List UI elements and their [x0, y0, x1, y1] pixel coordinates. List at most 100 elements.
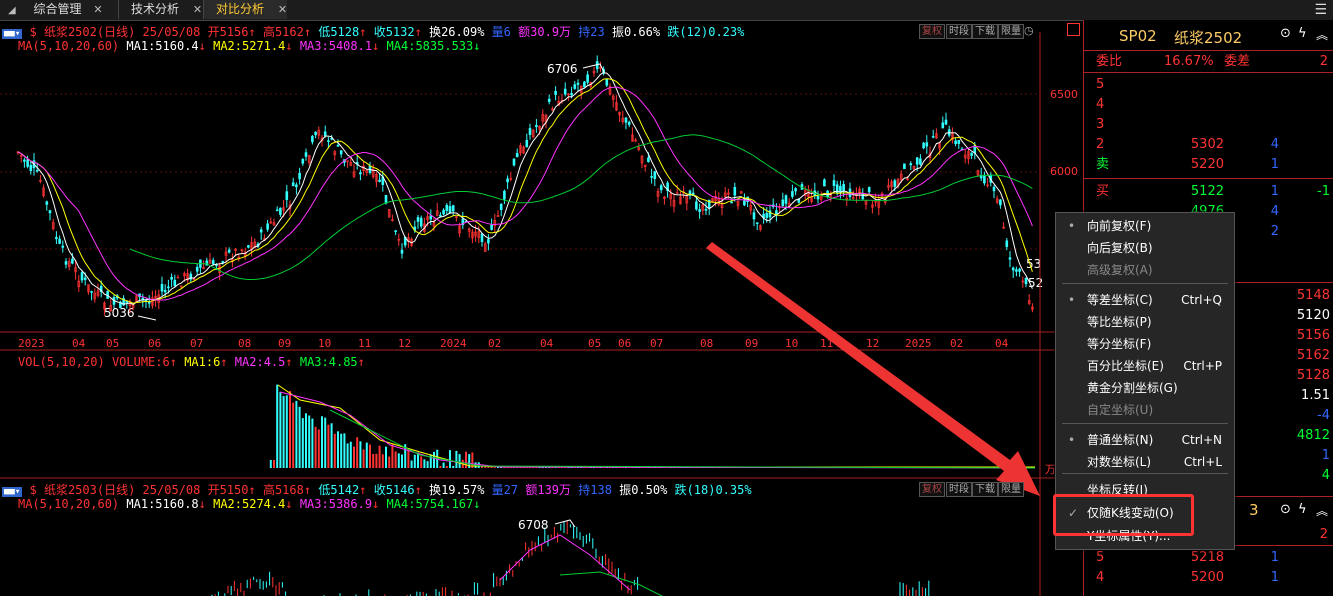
candle-body — [839, 185, 842, 192]
vol-label: VOL(5,10,20) — [18, 355, 105, 369]
vol-ma2-value: MA2:4.5 — [234, 355, 286, 369]
month-label: 09 — [278, 337, 292, 350]
candle-body — [627, 121, 631, 125]
context-menu-item[interactable]: 百分比坐标(E) Ctrl+P — [1056, 355, 1234, 377]
candle-body — [285, 191, 289, 200]
menu-icon[interactable]: ☰ — [1314, 2, 1327, 18]
candle-body — [647, 157, 650, 163]
candle-body — [909, 163, 913, 166]
period-button[interactable]: 时段 — [946, 482, 972, 497]
highlight-box — [1053, 494, 1194, 536]
lightning-icon[interactable]: ϟ — [1298, 502, 1307, 517]
target-icon[interactable]: ⊙ — [1280, 502, 1291, 517]
volume-bar — [349, 441, 352, 468]
tab-overview[interactable]: ◢ 综合管理 ✕ — [8, 0, 103, 19]
volume-bar — [397, 453, 400, 468]
quote-cell: 5200 — [1190, 570, 1224, 585]
candle-body — [925, 142, 929, 147]
arrow-icon: ↑ — [359, 483, 367, 497]
volume-bar — [401, 454, 403, 468]
tab-icon: ◢ — [8, 5, 16, 16]
quote-row[interactable]: 2 5302 4 — [1084, 135, 1333, 155]
quote-row[interactable]: 4 — [1084, 95, 1333, 115]
hold-value: 持138 — [578, 483, 612, 497]
target-icon[interactable]: ⊙ — [1280, 26, 1291, 41]
volume-bar — [356, 437, 359, 468]
candle-body — [743, 200, 746, 206]
candle-body — [1018, 268, 1021, 272]
weibi-row: 委比 16.67% 委差 2 — [1084, 52, 1333, 73]
quote-cell: 4 — [1096, 570, 1105, 585]
menu-item-label: 等分坐标(F) — [1087, 337, 1152, 351]
volume-bar — [394, 451, 397, 468]
candle-body — [48, 210, 52, 214]
vol-ma3-value: MA3:4.85 — [299, 355, 358, 369]
quote-cell: 3 — [1096, 117, 1105, 132]
volume-bar — [289, 390, 291, 468]
arrow-icon: ↑ — [220, 355, 228, 369]
quote-row[interactable]: 4 5200 1 — [1084, 568, 1333, 588]
candle-body — [279, 207, 282, 215]
quote-cell: 1 — [1270, 570, 1279, 585]
volume-bar — [279, 391, 282, 468]
month-label: 12 — [398, 337, 412, 350]
quote-row[interactable]: 5 — [1084, 75, 1333, 95]
candle-body — [794, 188, 797, 192]
collapse-icon[interactable]: ︽ — [1316, 26, 1328, 43]
restore-right-button[interactable]: 复权 — [919, 482, 945, 497]
context-menu-item[interactable]: 等比坐标(P) — [1056, 311, 1234, 333]
volume-bar — [333, 433, 336, 468]
tab-technical[interactable]: 技术分析 ✕ — [118, 0, 202, 19]
collapse-icon[interactable]: ︽ — [1316, 502, 1328, 519]
context-menu-item[interactable]: • 等差坐标(C) Ctrl+Q — [1056, 289, 1234, 311]
menu-item-label: 普通坐标(N) — [1087, 433, 1154, 447]
context-menu-item[interactable]: 黄金分割坐标(G) — [1056, 377, 1234, 399]
candle-body — [55, 236, 58, 240]
bullet-icon: • — [1068, 433, 1076, 447]
lightning-icon[interactable]: ϟ — [1298, 26, 1307, 41]
limit-button[interactable]: 限量 — [998, 482, 1024, 497]
volume-bar — [317, 429, 320, 468]
candle-body — [259, 229, 263, 233]
download-button[interactable]: 下载 — [972, 482, 998, 497]
volume-bar — [439, 466, 442, 468]
volume-bar — [372, 453, 375, 468]
month-label: 06 — [148, 337, 162, 350]
close-icon[interactable]: ✕ — [93, 3, 102, 16]
candle-body — [922, 142, 925, 149]
candle-body — [525, 139, 529, 148]
close-icon[interactable]: ✕ — [278, 3, 287, 16]
candle-body — [1008, 257, 1012, 260]
volume-bar — [301, 418, 304, 468]
tab-bar: ◢ 综合管理 ✕ 技术分析 ✕ 对比分析 ✕ ☰ — [0, 0, 1333, 21]
candle-body — [487, 239, 490, 244]
period-selector[interactable]: ■■▾ — [2, 487, 23, 497]
quote-row[interactable]: 3 — [1084, 115, 1333, 135]
context-menu-item[interactable]: • 普通坐标(N) Ctrl+N — [1056, 429, 1234, 451]
context-menu-item[interactable]: 向后复权(B) — [1056, 237, 1234, 259]
volume-bar — [433, 451, 435, 468]
arrow-icon: ↑ — [357, 355, 365, 369]
candle-body — [919, 158, 922, 165]
context-menu-item[interactable]: 对数坐标(L) Ctrl+L — [1056, 451, 1234, 473]
bullet-icon: • — [1068, 293, 1076, 307]
quote-row[interactable]: 买 5122 1 -1 — [1084, 182, 1333, 202]
quote-row[interactable]: 卖 5220 1 — [1084, 155, 1333, 175]
volume-bar — [362, 449, 365, 468]
tab-compare[interactable]: 对比分析 ✕ — [203, 0, 288, 19]
candle-body — [752, 212, 756, 220]
candle-body — [954, 140, 957, 145]
context-menu-item[interactable]: • 向前复权(F) — [1056, 215, 1234, 237]
candle-body — [503, 190, 506, 200]
volume-bar — [273, 460, 275, 468]
candle-body — [448, 206, 452, 214]
month-label: 09 — [745, 337, 759, 350]
close-icon[interactable]: ✕ — [193, 3, 202, 16]
volume-bar — [420, 456, 423, 468]
quote-value: 1 — [1321, 448, 1330, 463]
candle-body — [535, 125, 538, 128]
peak-marker — [554, 519, 576, 528]
context-menu-item[interactable]: 等分坐标(F) — [1056, 333, 1234, 355]
candle-body — [29, 164, 33, 171]
quote-row[interactable]: 5 5218 1 — [1084, 548, 1333, 568]
